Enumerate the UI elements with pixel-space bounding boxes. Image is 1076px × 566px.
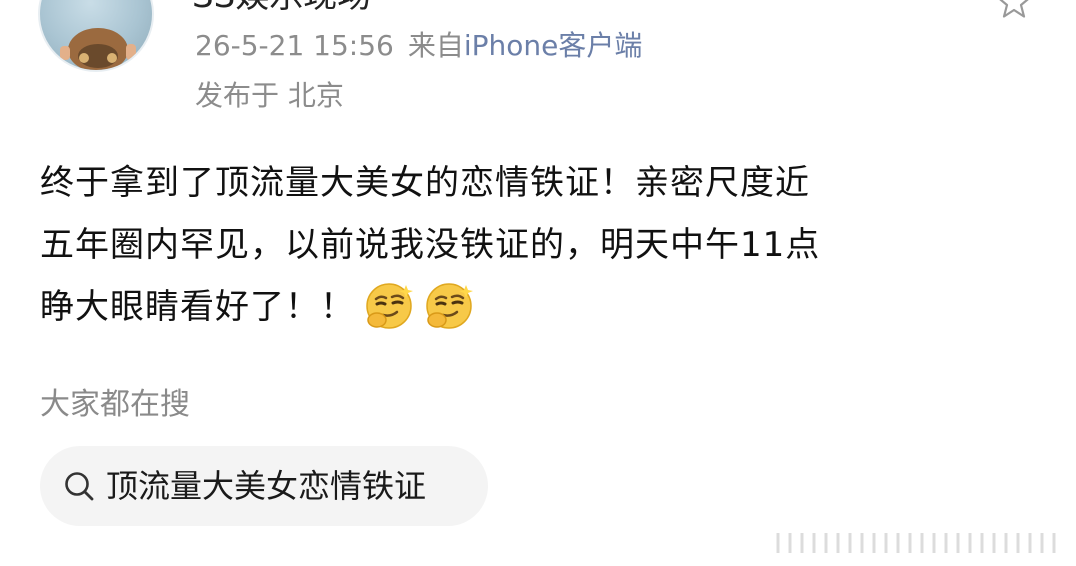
trending-search-query: 顶流量大美女恋情铁证: [106, 467, 427, 505]
search-icon: [65, 472, 94, 501]
smirk-emoji-icon: [426, 282, 473, 329]
trending-section-title: 大家都在搜: [40, 387, 190, 422]
post-location: 发布于 北京: [195, 79, 344, 112]
watermark-logo: [776, 533, 1056, 553]
post-text-line: 五年圈内罕见，以前说我没铁证的，明天中午11点: [40, 225, 821, 265]
post-timestamp: 26-5-21 15:56: [195, 29, 394, 62]
avatar-illustration: [60, 28, 136, 70]
post-text-line: 睁大眼睛看好了！！: [40, 287, 355, 327]
trending-search-chip[interactable]: 顶流量大美女恋情铁证: [40, 446, 488, 526]
post-meta: 26-5-21 15:56 来自iPhone客户端: [195, 28, 642, 64]
post-source-device[interactable]: iPhone客户端: [464, 29, 643, 62]
post-body: 终于拿到了顶流量大美女的恋情铁证！亲密尺度近 五年圈内罕见，以前说我没铁证的，明…: [40, 152, 1030, 338]
star-icon[interactable]: [994, 0, 1034, 22]
smirk-emoji-icon: [366, 282, 413, 329]
author-avatar[interactable]: [38, 0, 154, 72]
post-text-line: 终于拿到了顶流量大美女的恋情铁证！亲密尺度近: [40, 163, 810, 203]
post-source-prefix: 来自: [407, 29, 464, 62]
post-text-line-last: 睁大眼睛看好了！！: [40, 276, 1030, 338]
author-name[interactable]: SS娱乐现场: [192, 0, 371, 16]
